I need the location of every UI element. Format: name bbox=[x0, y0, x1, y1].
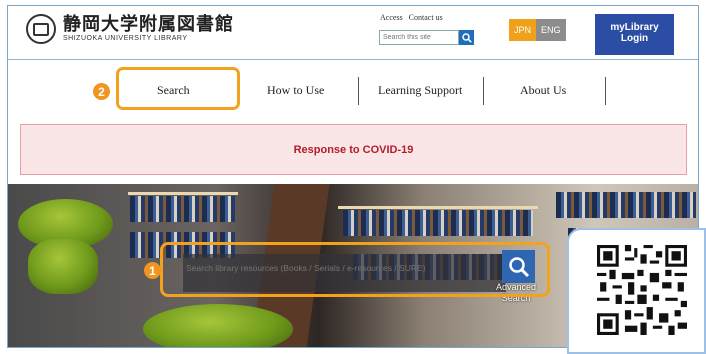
search-box-highlight bbox=[160, 242, 550, 297]
lang-jpn-button[interactable]: JPN bbox=[509, 19, 537, 41]
site-search bbox=[379, 30, 474, 45]
lang-eng-button[interactable]: ENG bbox=[536, 19, 566, 41]
logo-english-name: SHIZUOKA UNIVERSITY LIBRARY bbox=[63, 35, 188, 42]
logo-japanese-name: 静岡大学附属図書館 bbox=[63, 14, 234, 34]
header-divider bbox=[8, 59, 698, 60]
nav-how-to-use[interactable]: How to Use bbox=[267, 83, 324, 98]
access-link[interactable]: Access bbox=[380, 13, 403, 22]
callout-2: 2 bbox=[93, 83, 110, 100]
nav-separator bbox=[605, 77, 606, 105]
mylibrary-label: myLibrary bbox=[610, 22, 659, 33]
covid-banner[interactable]: Response to COVID-19 bbox=[20, 124, 687, 175]
top-links: Access Contact us bbox=[380, 13, 447, 22]
library-logo[interactable]: 静岡大学附属図書館 SHIZUOKA UNIVERSITY LIBRARY bbox=[26, 14, 234, 44]
login-label: Login bbox=[620, 33, 649, 44]
search-icon bbox=[461, 32, 472, 43]
search-nav-highlight bbox=[116, 67, 240, 110]
site-search-button[interactable] bbox=[459, 30, 474, 45]
callout-1: 1 bbox=[144, 262, 161, 279]
nav-separator bbox=[358, 77, 359, 105]
site-search-input[interactable] bbox=[379, 30, 459, 45]
qr-code-icon bbox=[597, 245, 687, 335]
contact-link[interactable]: Contact us bbox=[409, 13, 443, 22]
covid-banner-text: Response to COVID-19 bbox=[293, 143, 414, 156]
nav-learning-support[interactable]: Learning Support bbox=[378, 83, 462, 98]
nav-separator bbox=[483, 77, 484, 105]
mylibrary-login-button[interactable]: myLibrary Login bbox=[595, 14, 674, 55]
university-seal-icon bbox=[26, 14, 56, 44]
nav-about-us[interactable]: About Us bbox=[520, 83, 566, 98]
language-switch: JPN ENG bbox=[509, 19, 566, 41]
